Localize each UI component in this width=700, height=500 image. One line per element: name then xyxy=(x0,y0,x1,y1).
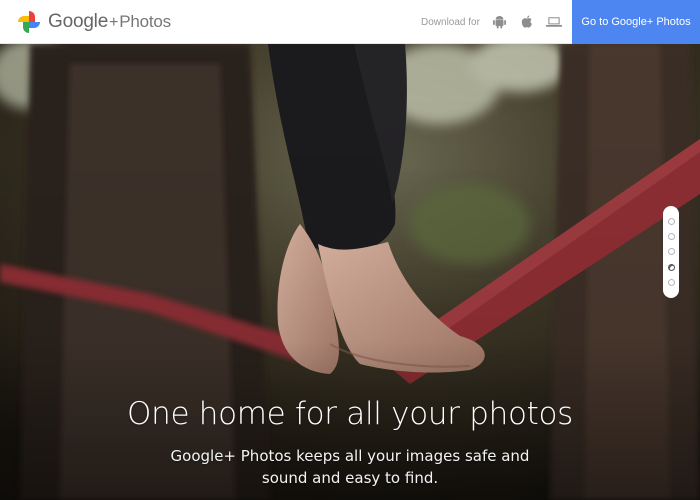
hero-subline: Google+ Photos keeps all your images saf… xyxy=(170,447,530,487)
brand-wordmark: Google+Photos xyxy=(48,11,171,33)
brand-plus: + xyxy=(109,13,119,31)
google-photos-logo[interactable]: Google+Photos xyxy=(16,0,171,44)
go-to-photos-button[interactable]: Go to Google+ Photos xyxy=(572,0,700,44)
brand-name: Google xyxy=(48,10,109,32)
slide-dot-4[interactable] xyxy=(667,263,675,271)
slide-dot-1[interactable] xyxy=(667,218,675,226)
android-icon[interactable] xyxy=(492,14,508,30)
top-bar: Google+Photos Download for Go to Google+… xyxy=(0,0,700,44)
brand-sub: Photos xyxy=(119,11,171,31)
hero-headline: One home for all your photos xyxy=(127,396,573,432)
laptop-icon[interactable] xyxy=(545,14,562,30)
slide-dot-3[interactable] xyxy=(667,248,675,256)
slide-dot-5[interactable] xyxy=(667,278,675,286)
slide-dot-2[interactable] xyxy=(667,233,675,241)
photos-pinwheel-icon xyxy=(18,10,40,33)
hero-section: One home for all your photos Google+ Pho… xyxy=(0,44,700,500)
download-links: Download for xyxy=(421,0,573,44)
apple-icon[interactable] xyxy=(519,14,535,30)
download-label: Download for xyxy=(421,16,480,28)
slide-pager xyxy=(663,206,679,298)
